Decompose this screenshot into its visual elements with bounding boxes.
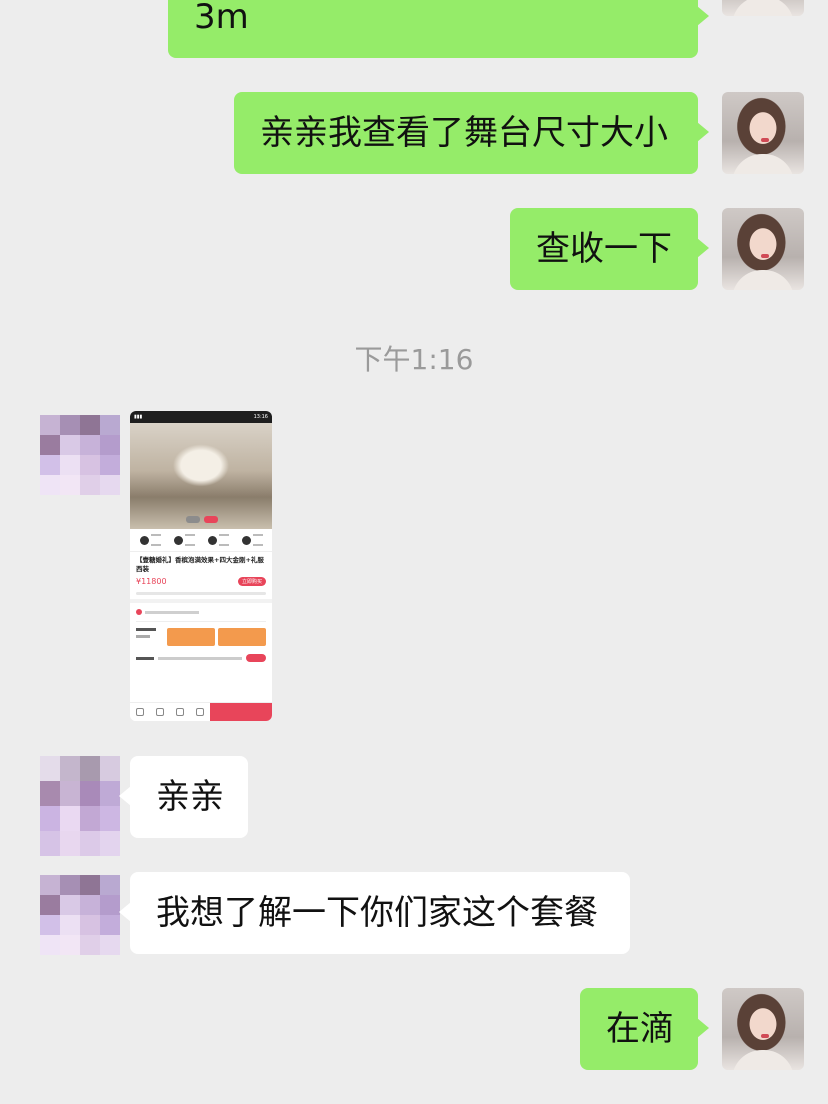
- avatar-lips: [761, 138, 769, 142]
- person-icon: [241, 535, 251, 545]
- avatar-lips: [761, 1034, 769, 1038]
- message-text: 亲亲: [156, 777, 224, 817]
- package-title: 【壹糖婚礼】香槟泡满效果+四大金刚+礼服西装: [136, 556, 264, 573]
- message-bubble-outgoing[interactable]: 亲亲我查看了舞台尺寸大小: [234, 92, 709, 174]
- buy-now-button: 立即购买: [237, 577, 266, 586]
- phone-icon: [176, 708, 184, 716]
- gift-row: [130, 648, 272, 668]
- avatar-contact[interactable]: [40, 756, 120, 856]
- message-text: 亲亲我查看了舞台尺寸大小: [260, 113, 668, 153]
- staff-role: [173, 534, 195, 546]
- avatar-contact[interactable]: [40, 415, 120, 495]
- message-bubble-outgoing[interactable]: 在滴: [580, 988, 709, 1070]
- person-icon: [139, 535, 149, 545]
- avatar-shoulder: [732, 0, 794, 16]
- avatar-self[interactable]: [722, 92, 804, 174]
- avatar-shoulder: [732, 1050, 794, 1070]
- chat-view[interactable]: 3m 亲亲我查看了舞台尺寸大小 查收一下 下午1:16 ▮▮▮ 13:16 【壹…: [0, 0, 828, 1104]
- coupon-card: [167, 628, 215, 646]
- shop-icon: [136, 708, 144, 716]
- avatar-contact[interactable]: [40, 875, 120, 955]
- message-bubble-incoming[interactable]: 我想了解一下你们家这个套餐: [119, 872, 630, 954]
- message-bubble-outgoing[interactable]: 3m: [168, 0, 709, 58]
- avatar-shoulder: [732, 270, 794, 290]
- message-timestamp: 下午1:16: [354, 343, 474, 376]
- staff-role: [139, 534, 161, 546]
- staff-role: [207, 534, 229, 546]
- package-price: ¥11800: [136, 577, 167, 586]
- avatar-self[interactable]: [722, 988, 804, 1070]
- message-text: 3m: [194, 0, 249, 37]
- wedding-photo: [130, 423, 272, 529]
- avatar-self[interactable]: [722, 208, 804, 290]
- avatar-shoulder: [732, 154, 794, 174]
- phone-status-bar: ▮▮▮ 13:16: [130, 411, 272, 423]
- message-text: 在滴: [606, 1009, 674, 1049]
- ranking-row: [136, 603, 266, 622]
- star-icon: [156, 708, 164, 716]
- message-bubble-incoming[interactable]: 亲亲: [119, 756, 248, 838]
- coupon-card: [218, 628, 266, 646]
- bottom-bar: [130, 702, 272, 721]
- avatar-lips: [761, 254, 769, 258]
- person-icon: [173, 535, 183, 545]
- avatar-self[interactable]: [722, 0, 804, 16]
- text-line: [136, 592, 266, 595]
- contact-merchant-button: [210, 703, 272, 721]
- phone-status-time: 13:16: [253, 414, 268, 420]
- staff-roles-row: [130, 529, 272, 552]
- message-text: 查收一下: [536, 229, 672, 269]
- photo-tag: [186, 516, 200, 523]
- medal-icon: [136, 609, 142, 615]
- gift-button: [246, 654, 266, 662]
- message-text: 我想了解一下你们家这个套餐: [156, 893, 598, 933]
- coupon-row: [130, 622, 272, 648]
- staff-role: [241, 534, 263, 546]
- shared-screenshot-image[interactable]: ▮▮▮ 13:16 【壹糖婚礼】香槟泡满效果+四大金刚+礼服西装 ¥11800 …: [130, 411, 272, 721]
- signal-icon: ▮▮▮: [134, 414, 143, 420]
- message-bubble-outgoing[interactable]: 查收一下: [510, 208, 709, 290]
- photo-tag: [204, 516, 218, 523]
- chat-icon: [196, 708, 204, 716]
- person-icon: [207, 535, 217, 545]
- price-row: ¥11800 立即购买: [130, 574, 272, 589]
